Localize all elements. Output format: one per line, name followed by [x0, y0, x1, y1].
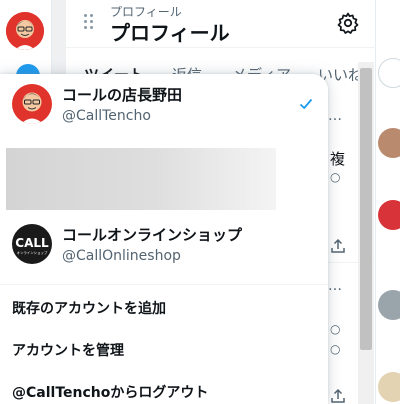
tweet-text-fragment: ○ — [330, 322, 341, 336]
account-item[interactable]: CALL オンラインショップ コールオンラインショップ @CallOnlines… — [0, 214, 328, 276]
logout-button[interactable]: @CallTenchoからログアウト — [0, 370, 328, 404]
account-item-selected[interactable]: コールの店長野田 @CallTencho — [0, 74, 328, 136]
current-user-avatar[interactable] — [6, 12, 44, 50]
account-avatar — [12, 84, 52, 124]
check-icon — [299, 98, 313, 109]
account-handle: @CallOnlineshop — [62, 248, 181, 264]
tweet-text-fragment: ○ — [330, 342, 341, 356]
right-column-item[interactable] — [378, 58, 400, 88]
right-column-avatar[interactable] — [378, 290, 400, 320]
share-icon[interactable] — [330, 238, 346, 254]
share-icon[interactable] — [330, 388, 346, 404]
hidden-account-item[interactable] — [6, 148, 276, 210]
right-column-avatar[interactable] — [378, 372, 400, 402]
column-header-title: プロフィール — [110, 21, 230, 45]
menu-item-label: @CallTenchoからログアウト — [12, 385, 209, 401]
right-column — [376, 0, 400, 404]
gear-icon[interactable] — [336, 11, 360, 35]
tweet-more-button[interactable]: … — [328, 278, 343, 294]
right-column-avatar[interactable] — [378, 200, 400, 230]
call-logo-text: CALL — [15, 236, 49, 250]
call-logo-subtext: オンラインショップ — [17, 250, 48, 255]
tweet-text-fragment: ○ — [330, 170, 341, 184]
right-column-avatar[interactable] — [378, 128, 400, 158]
column-header: プロフィール プロフィール — [66, 0, 376, 48]
tweet-more-button[interactable]: … — [328, 108, 343, 124]
menu-item-label: 既存のアカウントを追加 — [12, 301, 166, 317]
account-name: コールの店長野田 — [62, 86, 183, 104]
account-avatar: CALL オンラインショップ — [12, 224, 52, 264]
tweet-text-fragment: 複 — [330, 150, 346, 168]
drag-handle-icon[interactable] — [84, 14, 94, 30]
add-existing-account-button[interactable]: 既存のアカウントを追加 — [0, 286, 328, 328]
account-handle: @CallTencho — [62, 108, 151, 124]
menu-item-label: アカウントを管理 — [12, 343, 124, 359]
manage-accounts-button[interactable]: アカウントを管理 — [0, 328, 328, 370]
account-switcher-menu: コールの店長野田 @CallTencho CALL オンラインショップ コールオ… — [0, 74, 328, 404]
column-scrollbar-thumb[interactable] — [360, 68, 372, 350]
menu-divider — [0, 284, 328, 285]
account-name: コールオンラインショップ — [62, 226, 243, 244]
